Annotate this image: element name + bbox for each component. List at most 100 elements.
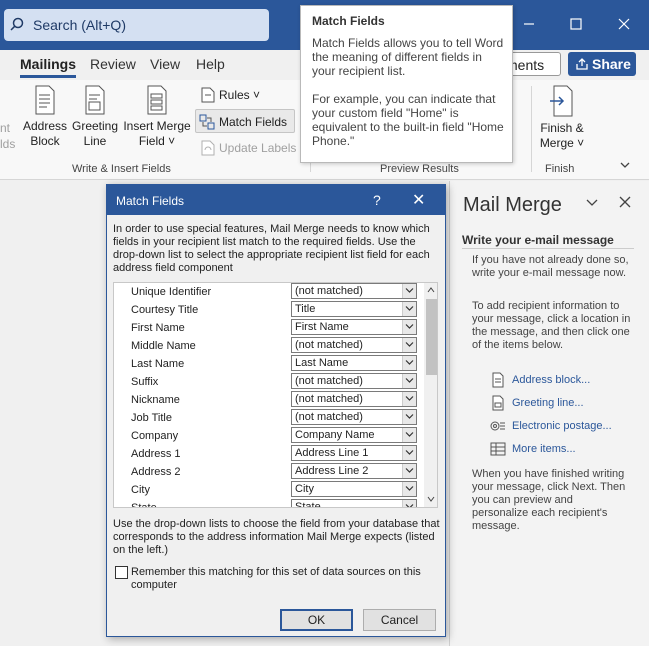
dropdown-arrow-icon[interactable]	[402, 464, 416, 478]
tooltip-paragraph-1: Match Fields allows you to tell Word the…	[312, 36, 504, 78]
rules-button[interactable]: Rules ˅	[199, 85, 269, 105]
search-box[interactable]: Search (Alt+Q)	[4, 9, 269, 41]
dropdown-value: Company Name	[295, 429, 375, 441]
list-scrollbar[interactable]	[424, 283, 437, 507]
dialog-note-text: Use the drop-down lists to choose the fi…	[113, 518, 440, 556]
scroll-up-icon[interactable]	[427, 286, 435, 294]
tab-view[interactable]: View	[150, 56, 180, 72]
field-dropdown[interactable]: (not matched)	[291, 391, 417, 407]
dialog-title-bar: Match Fields ? ✕	[107, 185, 445, 215]
field-dropdown[interactable]: Title	[291, 301, 417, 317]
link-electronic-postage[interactable]: Electronic postage...	[512, 420, 612, 432]
dropdown-value: Address Line 1	[295, 447, 369, 459]
group-label-finish: Finish	[545, 163, 575, 175]
field-dropdown[interactable]: (not matched)	[291, 337, 417, 353]
electronic-postage-icon	[490, 421, 505, 431]
address-block-button[interactable]: Address Block	[22, 85, 68, 149]
mail-merge-pane: Mail Merge Write your e-mail message If …	[449, 181, 649, 646]
tab-help[interactable]: Help	[196, 56, 225, 72]
link-address-block[interactable]: Address block...	[512, 374, 590, 386]
insert-merge-field-button[interactable]: Insert Merge Field ˅	[122, 85, 192, 149]
dropdown-arrow-icon[interactable]	[402, 446, 416, 460]
greeting-line-button[interactable]: Greeting Line	[70, 85, 120, 149]
dropdown-arrow-icon[interactable]	[402, 410, 416, 424]
finish-merge-label-1: Finish &	[540, 121, 584, 135]
dropdown-arrow-icon[interactable]	[402, 302, 416, 316]
close-window-icon[interactable]	[614, 14, 634, 34]
link-greeting-line[interactable]: Greeting line...	[512, 397, 584, 409]
pane-paragraph-3: When you have finished writing your mess…	[472, 468, 626, 532]
greeting-line-label-2: Line	[83, 134, 107, 148]
remember-checkbox[interactable]	[115, 566, 128, 579]
dropdown-value: (not matched)	[295, 411, 363, 423]
ok-button[interactable]: OK	[280, 609, 353, 631]
match-fields-button[interactable]: Match Fields	[195, 109, 295, 133]
link-more-items[interactable]: More items...	[512, 443, 576, 455]
pane-divider	[462, 248, 634, 249]
match-fields-dialog: Match Fields ? ✕ In order to use special…	[106, 184, 446, 637]
dropdown-arrow-icon[interactable]	[402, 482, 416, 496]
dropdown-arrow-icon[interactable]	[402, 356, 416, 370]
field-label: Address 2	[131, 466, 181, 478]
rules-icon	[201, 87, 215, 103]
field-dropdown[interactable]: Address Line 1	[291, 445, 417, 461]
dropdown-arrow-icon[interactable]	[402, 392, 416, 406]
pane-paragraph-1: If you have not already done so, write y…	[472, 254, 629, 279]
minimize-icon[interactable]	[519, 14, 539, 34]
close-icon[interactable]	[618, 195, 632, 209]
cancel-button[interactable]: Cancel	[363, 609, 436, 631]
field-dropdown[interactable]: Address Line 2	[291, 463, 417, 479]
field-row: Courtesy Title Title	[114, 301, 424, 319]
field-dropdown[interactable]: (not matched)	[291, 283, 417, 299]
dropdown-arrow-icon[interactable]	[402, 338, 416, 352]
address-block-icon	[35, 85, 55, 115]
field-row: City City	[114, 481, 424, 499]
more-items-icon	[490, 442, 506, 456]
finish-merge-button[interactable]: Finish & Merge ˅	[535, 85, 589, 151]
field-dropdown[interactable]: Company Name	[291, 427, 417, 443]
finish-merge-label-2: Merge ˅	[539, 136, 585, 150]
chevron-down-icon[interactable]	[585, 197, 599, 209]
match-fields-tooltip: Match Fields Match Fields allows you to …	[300, 5, 513, 163]
field-dropdown[interactable]: State	[291, 499, 417, 507]
dropdown-arrow-icon[interactable]	[402, 500, 416, 507]
ribbon-separator	[531, 86, 532, 172]
greeting-line-icon	[492, 395, 504, 411]
match-fields-label: Match Fields	[219, 115, 288, 129]
comments-button[interactable]: ments	[505, 52, 561, 76]
field-dropdown[interactable]: (not matched)	[291, 373, 417, 389]
insert-merge-field-icon	[147, 85, 167, 115]
dropdown-value: Title	[295, 303, 316, 315]
greeting-line-label-1: Greeting	[71, 119, 119, 133]
field-match-list: Unique Identifier (not matched) Courtesy T…	[113, 282, 438, 508]
dropdown-arrow-icon[interactable]	[402, 320, 416, 334]
field-row: Middle Name (not matched)	[114, 337, 424, 355]
rules-label: Rules ˅	[219, 88, 261, 102]
dropdown-arrow-icon[interactable]	[402, 284, 416, 298]
field-dropdown[interactable]: (not matched)	[291, 409, 417, 425]
field-label: Courtesy Title	[131, 304, 199, 316]
collapse-ribbon-icon[interactable]	[619, 160, 631, 170]
scroll-thumb[interactable]	[426, 299, 437, 375]
field-dropdown[interactable]: First Name	[291, 319, 417, 335]
help-icon[interactable]: ?	[373, 192, 381, 208]
field-dropdown[interactable]: Last Name	[291, 355, 417, 371]
share-button[interactable]: Share	[568, 52, 636, 76]
dropdown-value: (not matched)	[295, 285, 363, 297]
scroll-down-icon[interactable]	[427, 495, 435, 503]
dropdown-arrow-icon[interactable]	[402, 428, 416, 442]
field-dropdown[interactable]: City	[291, 481, 417, 497]
dropdown-value: (not matched)	[295, 375, 363, 387]
close-icon[interactable]: ✕	[412, 190, 425, 210]
remember-checkbox-label: Remember this matching for this set of d…	[131, 566, 421, 591]
update-labels-label: Update Labels	[219, 141, 297, 155]
tab-mailings[interactable]: Mailings	[20, 56, 77, 78]
maximize-icon[interactable]	[566, 14, 586, 34]
tab-review[interactable]: Review	[90, 56, 136, 72]
field-label: Company	[131, 430, 179, 442]
tooltip-body: Match Fields allows you to tell Word the…	[312, 36, 507, 148]
pane-paragraph-2: To add recipient information to your mes…	[472, 300, 631, 351]
dropdown-arrow-icon[interactable]	[402, 374, 416, 388]
dropdown-value: Last Name	[295, 357, 349, 369]
address-block-label-2: Block	[30, 134, 60, 148]
